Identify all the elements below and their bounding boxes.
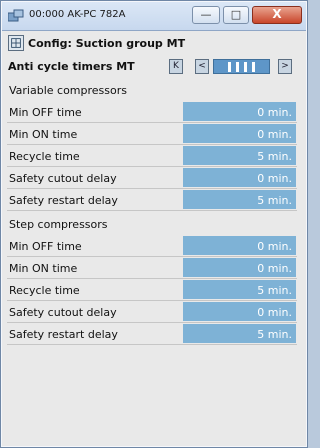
param-row: Recycle time 5 min.	[7, 279, 297, 301]
page-nav: Anti cycle timers MT K < >	[7, 55, 297, 77]
window-title: 00:000 AK-PC 782A	[29, 9, 126, 20]
param-label: Min ON time	[9, 128, 78, 141]
param-label: Recycle time	[9, 150, 80, 163]
param-label: Safety cutout delay	[9, 172, 117, 185]
param-row: Min OFF time 0 min.	[7, 101, 297, 123]
param-value: 0 min.	[257, 306, 292, 319]
next-page-icon: >	[281, 61, 289, 71]
param-value-field[interactable]: 0 min.	[183, 102, 296, 121]
param-value-field[interactable]: 0 min.	[183, 124, 296, 143]
config-header: Config: Suction group MT	[7, 33, 297, 54]
param-value-field[interactable]: 0 min.	[183, 302, 296, 321]
pager-tick	[252, 62, 255, 72]
page-indicator[interactable]	[213, 59, 270, 74]
param-label: Min OFF time	[9, 106, 82, 119]
param-value: 5 min.	[257, 284, 292, 297]
pager-tick	[236, 62, 239, 72]
param-value-field[interactable]: 0 min.	[183, 258, 296, 277]
param-value: 0 min.	[257, 128, 292, 141]
param-value: 0 min.	[257, 172, 292, 185]
param-row: Safety cutout delay 0 min.	[7, 301, 297, 323]
param-row: Min OFF time 0 min.	[7, 235, 297, 257]
minimize-icon: —	[200, 8, 212, 21]
param-value: 0 min.	[257, 262, 292, 275]
first-page-icon: K	[173, 61, 179, 71]
maximize-icon: □	[230, 8, 242, 21]
param-value: 0 min.	[257, 240, 292, 253]
section-variable-compressors: Variable compressors	[7, 79, 297, 101]
config-icon[interactable]	[8, 35, 24, 51]
param-row: Recycle time 5 min.	[7, 145, 297, 167]
param-label: Min ON time	[9, 262, 78, 275]
param-label: Min OFF time	[9, 240, 82, 253]
minimize-button[interactable]: —	[192, 6, 220, 24]
pager-tick	[244, 62, 247, 72]
app-window: 00:000 AK-PC 782A — □ X Config: Suction …	[0, 0, 308, 448]
first-page-button[interactable]: K	[169, 59, 183, 74]
param-value: 5 min.	[257, 150, 292, 163]
config-title: Config: Suction group MT	[28, 37, 186, 50]
title-bar[interactable]: 00:000 AK-PC 782A — □ X	[2, 2, 306, 31]
page-title: Anti cycle timers MT	[8, 60, 135, 73]
next-page-button[interactable]: >	[278, 59, 292, 74]
prev-page-icon: <	[198, 61, 206, 71]
param-value: 0 min.	[257, 106, 292, 119]
section-step-compressors: Step compressors	[7, 213, 297, 235]
param-value-field[interactable]: 5 min.	[183, 324, 296, 343]
maximize-button[interactable]: □	[223, 6, 249, 24]
prev-page-button[interactable]: <	[195, 59, 209, 74]
section-header: Variable compressors	[9, 84, 128, 97]
param-value-field[interactable]: 0 min.	[183, 168, 296, 187]
param-value: 5 min.	[257, 328, 292, 341]
param-value-field[interactable]: 5 min.	[183, 146, 296, 165]
param-row: Safety cutout delay 0 min.	[7, 167, 297, 189]
param-label: Safety cutout delay	[9, 306, 117, 319]
param-value-field[interactable]: 5 min.	[183, 190, 296, 209]
param-value-field[interactable]: 0 min.	[183, 236, 296, 255]
close-button[interactable]: X	[252, 6, 302, 24]
param-row: Min ON time 0 min.	[7, 257, 297, 279]
param-row: Safety restart delay 5 min.	[7, 189, 297, 211]
param-label: Safety restart delay	[9, 194, 118, 207]
param-value: 5 min.	[257, 194, 292, 207]
param-value-field[interactable]: 5 min.	[183, 280, 296, 299]
close-icon: X	[272, 7, 282, 21]
param-row: Safety restart delay 5 min.	[7, 323, 297, 345]
param-row: Min ON time 0 min.	[7, 123, 297, 145]
pager-tick	[228, 62, 231, 72]
param-label: Safety restart delay	[9, 328, 118, 341]
app-icon	[8, 9, 24, 22]
param-label: Recycle time	[9, 284, 80, 297]
section-header: Step compressors	[9, 218, 108, 231]
